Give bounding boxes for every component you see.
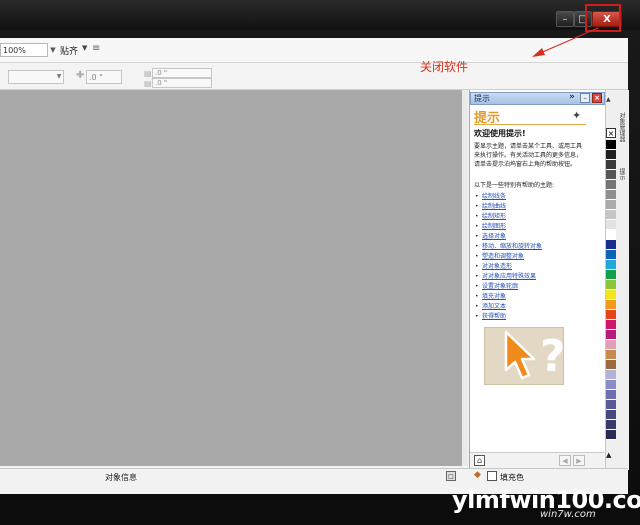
color-swatch[interactable] — [606, 430, 616, 440]
hint-topic-link[interactable]: 绘制图形 — [474, 222, 586, 232]
color-swatch[interactable] — [606, 180, 616, 190]
color-palette[interactable] — [606, 140, 616, 450]
color-swatch[interactable] — [606, 300, 616, 310]
watermark-sub: win7w.com — [540, 509, 596, 520]
docker-minimize-button[interactable]: – — [580, 93, 590, 103]
hint-topic-link[interactable]: 移动、缩放和旋转对象 — [474, 242, 586, 252]
color-swatch[interactable] — [606, 310, 616, 320]
chevron-down-icon[interactable]: ▼ — [48, 43, 58, 57]
annotation-label: 关闭软件 — [420, 60, 469, 74]
zoom-level-combo[interactable]: 100% — [0, 43, 48, 57]
color-swatch[interactable] — [606, 410, 616, 420]
color-swatch[interactable] — [606, 270, 616, 280]
hints-welcome-title: 欢迎使用提示! — [474, 129, 526, 138]
hints-intro-text: 以下是一些特别有帮助的主题: — [474, 182, 555, 189]
color-swatch[interactable] — [606, 240, 616, 250]
docker-title: 提示 — [474, 94, 490, 103]
color-swatch[interactable] — [606, 340, 616, 350]
color-swatch[interactable] — [606, 350, 616, 360]
tab-object-manager[interactable]: 对象管理器 — [617, 112, 626, 142]
hint-topic-link[interactable]: 设置对象轮廓 — [474, 282, 586, 292]
status-bar — [0, 468, 628, 487]
hint-topic-link[interactable]: 获得帮助 — [474, 312, 586, 322]
color-swatch[interactable] — [606, 330, 616, 340]
color-swatch[interactable] — [606, 390, 616, 400]
hint-topic-link[interactable]: 对对象造形 — [474, 262, 586, 272]
color-swatch[interactable] — [606, 260, 616, 270]
nudge-distance-input[interactable]: .0 " — [86, 70, 122, 84]
heading-divider — [474, 124, 586, 125]
tab-hints[interactable]: 提示 — [617, 168, 626, 180]
fill-bucket-icon: ◆ — [474, 470, 481, 480]
palette-scroll-up-icon[interactable]: ▲ — [606, 96, 611, 103]
object-info-label: 对象信息 — [105, 473, 137, 482]
options-icon[interactable]: ≡ — [92, 43, 102, 55]
fill-color-label: 填充色 — [500, 473, 524, 482]
duplicate-y-icon: ▤ — [144, 79, 152, 88]
snap-button[interactable]: 贴齐 — [60, 44, 78, 57]
duplicate-distance-y-input[interactable]: .0 " — [152, 78, 212, 88]
duplicate-distance-x-input[interactable]: .0 " — [152, 68, 212, 78]
color-swatch[interactable] — [606, 170, 616, 180]
help-book-icon[interactable]: ✦ — [572, 109, 581, 122]
color-swatch[interactable] — [606, 160, 616, 170]
chevron-down-icon[interactable]: ▼ — [54, 70, 64, 84]
color-swatch[interactable] — [606, 320, 616, 330]
cursor-arrow-icon — [504, 330, 536, 380]
hint-topic-list: 绘制线条 绘制曲线 绘制矩形 绘制图形 选择对象 移动、缩放和旋转对象 塑造和调… — [474, 192, 586, 322]
no-color-swatch[interactable]: × — [606, 128, 616, 138]
docker-expand-icon[interactable]: » — [569, 92, 575, 102]
question-mark-icon: ? — [540, 331, 566, 382]
color-swatch[interactable] — [606, 420, 616, 430]
color-swatch[interactable] — [606, 200, 616, 210]
color-swatch[interactable] — [606, 360, 616, 370]
snap-dropdown-icon[interactable]: ▼ — [82, 44, 87, 52]
color-swatch[interactable] — [606, 210, 616, 220]
hint-topic-link[interactable]: 对对象应用特殊效果 — [474, 272, 586, 282]
title-bar — [0, 0, 640, 30]
hint-topic-link[interactable]: 绘制线条 — [474, 192, 586, 202]
color-swatch[interactable] — [606, 380, 616, 390]
duplicate-x-icon: ▤ — [144, 69, 152, 78]
home-icon[interactable]: ⌂ — [474, 455, 485, 466]
fill-color-swatch[interactable] — [487, 471, 497, 481]
forward-arrow-icon[interactable]: ▶ — [573, 455, 585, 466]
hint-topic-link[interactable]: 绘制曲线 — [474, 202, 586, 212]
minimize-icon: – — [562, 14, 568, 25]
color-swatch[interactable] — [606, 150, 616, 160]
back-arrow-icon[interactable]: ◀ — [559, 455, 571, 466]
color-swatch[interactable] — [606, 190, 616, 200]
drawing-canvas[interactable] — [0, 90, 468, 466]
hint-topic-link[interactable]: 添加文本 — [474, 302, 586, 312]
hints-body-text: 要显示主题，请单击某个工具、或用工具来执行操作。有关活动工具的更多信息，请单击提… — [474, 143, 583, 168]
palette-scroll-down-icon[interactable]: ▲ — [606, 451, 611, 459]
status-toggle-icon[interactable]: □ — [446, 471, 456, 481]
nudge-icon: ✚ — [76, 70, 85, 81]
canvas-vertical-scrollbar[interactable] — [462, 90, 468, 466]
color-swatch[interactable] — [606, 140, 616, 150]
color-swatch[interactable] — [606, 220, 616, 230]
color-swatch[interactable] — [606, 280, 616, 290]
hint-topic-link[interactable]: 选择对象 — [474, 232, 586, 242]
color-swatch[interactable] — [606, 400, 616, 410]
hint-topic-link[interactable]: 绘制矩形 — [474, 212, 586, 222]
hint-topic-link[interactable]: 塑造和调整对象 — [474, 252, 586, 262]
color-swatch[interactable] — [606, 250, 616, 260]
docker-close-button[interactable]: × — [592, 93, 602, 103]
color-swatch[interactable] — [606, 370, 616, 380]
close-button-highlight — [585, 4, 621, 32]
hint-topic-link[interactable]: 填充对象 — [474, 292, 586, 302]
color-swatch[interactable] — [606, 230, 616, 240]
minimize-button[interactable]: – — [556, 11, 574, 27]
color-swatch[interactable] — [606, 290, 616, 300]
